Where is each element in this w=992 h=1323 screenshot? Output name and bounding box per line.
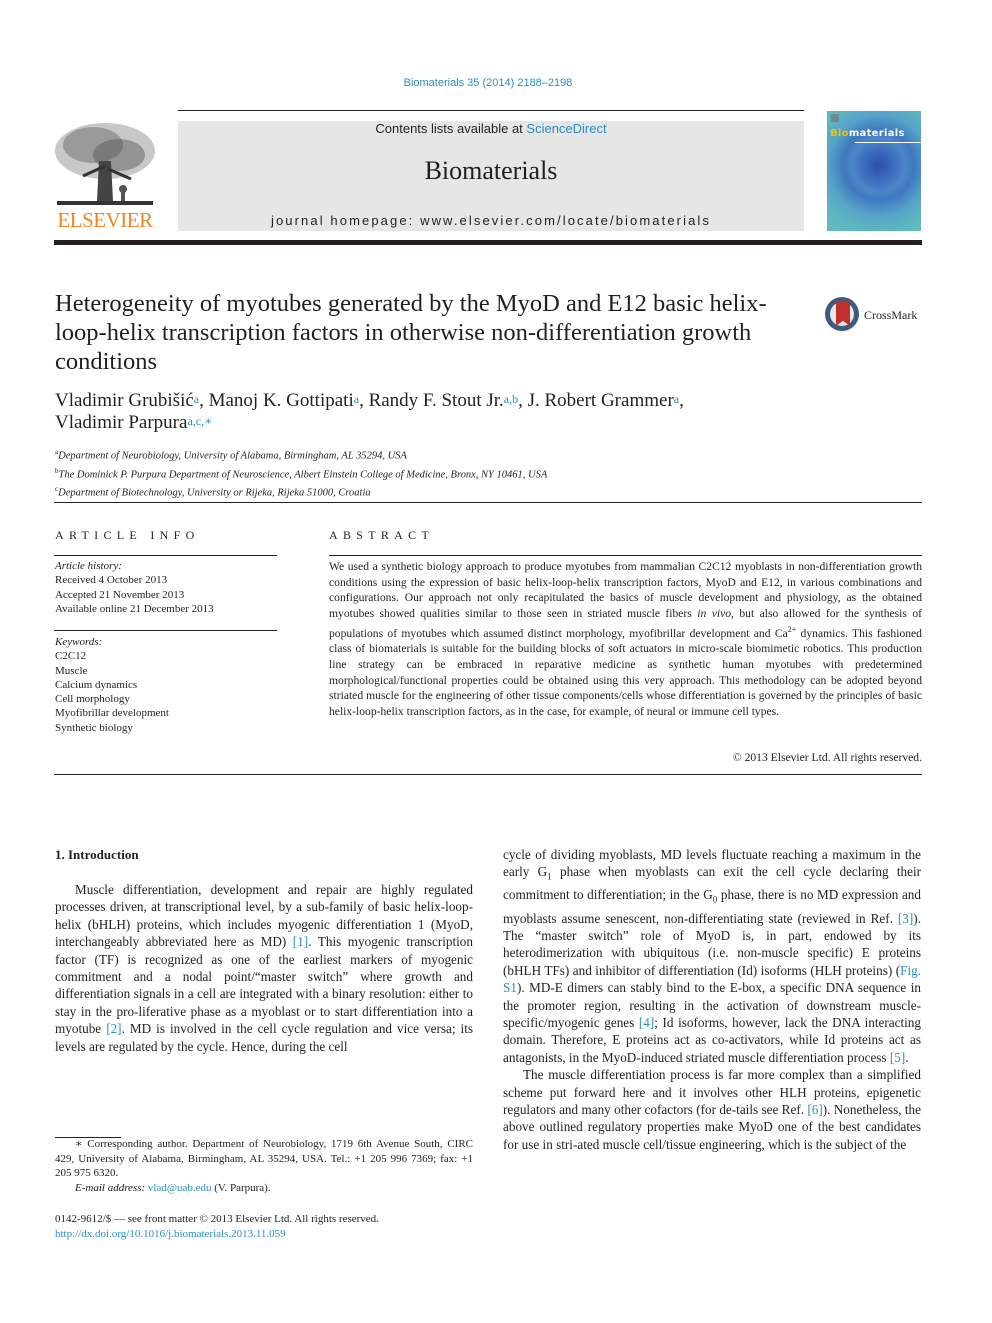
- keyword: Cell morphology: [55, 693, 130, 706]
- affiliation-marker[interactable]: a: [354, 392, 359, 406]
- crossmark-icon: [825, 297, 859, 331]
- affiliation-marker[interactable]: a: [674, 392, 679, 406]
- paragraph: The muscle differentiation process is fa…: [503, 1067, 921, 1152]
- keywords-rule: [54, 630, 277, 631]
- ref-link[interactable]: [5]: [890, 1050, 905, 1065]
- paragraph: cycle of dividing myoblasts, MD levels f…: [503, 847, 921, 1065]
- abstract-text: We used a synthetic biology approach to …: [329, 560, 923, 719]
- elsevier-wordmark: ELSEVIER: [57, 208, 153, 232]
- journal-name: Biomaterials: [424, 156, 558, 185]
- received-date: Received 4 October 2013: [55, 574, 168, 587]
- paragraph: Muscle differentiation, development and …: [55, 882, 473, 1054]
- elsevier-logo[interactable]: ELSEVIER: [53, 121, 157, 233]
- body-column-left: Muscle differentiation, development and …: [55, 881, 473, 1055]
- history-label: Article history:: [55, 560, 122, 572]
- online-date: Available online 21 December 2013: [55, 602, 214, 615]
- journal-cover-image[interactable]: Biomaterials: [827, 111, 921, 231]
- ref-link[interactable]: [4]: [639, 1015, 654, 1030]
- article-title: Heterogeneity of myotubes generated by t…: [55, 290, 767, 375]
- affiliation-item: bThe Dominick P. Purpura Department of N…: [55, 466, 548, 481]
- ref-link[interactable]: [2]: [106, 1021, 121, 1036]
- author[interactable]: Vladimir Parpuraa,c,∗: [55, 412, 212, 433]
- affiliation-marker[interactable]: a,c,∗: [187, 414, 212, 428]
- citation-link[interactable]: Biomaterials 35 (2014) 2188–2198: [404, 77, 573, 89]
- tree-icon: [55, 123, 155, 205]
- sciencedirect-link[interactable]: ScienceDirect: [526, 121, 606, 136]
- crossmark-button[interactable]: CrossMark: [824, 296, 924, 336]
- author[interactable]: Manoj K. Gottipatia,: [209, 390, 369, 411]
- cover-title: Biomaterials: [830, 128, 905, 139]
- affiliations: aDepartment of Neurobiology, University …: [55, 445, 815, 501]
- keyword: Muscle: [55, 664, 88, 677]
- section-rule: [54, 502, 922, 503]
- journal-citation[interactable]: Biomaterials 35 (2014) 2188–2198: [0, 77, 976, 89]
- article-history: Article history: Received 4 October 2013…: [55, 559, 277, 616]
- keyword: Myofibrillar development: [55, 707, 169, 720]
- ref-link[interactable]: [1]: [293, 934, 308, 949]
- article-info-rule: [54, 555, 277, 556]
- keyword: C2C12: [55, 650, 87, 663]
- header-rule: [178, 110, 804, 111]
- affiliation-item: aDepartment of Neurobiology, University …: [55, 448, 407, 462]
- contents-line: Contents lists available at ScienceDirec…: [178, 121, 804, 136]
- author-list: Vladimir Grubišića, Manoj K. Gottipatia,…: [55, 390, 815, 434]
- ref-link[interactable]: [6]: [807, 1102, 822, 1117]
- affiliation-marker[interactable]: a,b: [504, 392, 518, 406]
- header-thick-rule: [54, 240, 922, 245]
- accepted-date: Accepted 21 November 2013: [55, 588, 185, 601]
- cover-title-rest: materials: [848, 128, 905, 139]
- keyword: Synthetic biology: [55, 721, 133, 734]
- front-matter: 0142-9612/$ — see front matter © 2013 El…: [55, 1212, 473, 1241]
- author[interactable]: Vladimir Grubišića,: [55, 390, 209, 411]
- affiliation-marker[interactable]: a: [194, 392, 199, 406]
- email-line: E-mail address: vlad@uab.edu (V. Parpura…: [75, 1181, 271, 1194]
- cover-rule: [855, 142, 921, 143]
- contents-prefix: Contents lists available at: [375, 121, 527, 136]
- article-info-heading: ARTICLE INFO: [55, 528, 200, 542]
- keywords: Keywords: C2C12 Muscle Calcium dynamics …: [55, 635, 277, 735]
- ref-link[interactable]: [3]: [898, 911, 913, 926]
- doi-link[interactable]: http://dx.doi.org/10.1016/j.biomaterials…: [55, 1228, 286, 1240]
- introduction-heading: 1. Introduction: [55, 847, 139, 862]
- keyword: Calcium dynamics: [55, 678, 138, 691]
- journal-header-box: Contents lists available at ScienceDirec…: [178, 121, 804, 231]
- corresponding-author-note: ∗ Corresponding author. Department of Ne…: [55, 1138, 473, 1179]
- issn-line: 0142-9612/$ — see front matter © 2013 El…: [55, 1213, 379, 1225]
- author[interactable]: Randy F. Stout Jr.a,b,: [369, 390, 528, 411]
- abstract-rule: [329, 555, 922, 556]
- body-column-right: cycle of dividing myoblasts, MD levels f…: [503, 846, 921, 1153]
- abstract-copyright: © 2013 Elsevier Ltd. All rights reserved…: [732, 751, 922, 764]
- cover-title-highlight: Bio: [830, 128, 849, 139]
- email-link[interactable]: vlad@uab.edu: [148, 1182, 212, 1194]
- keywords-label: Keywords:: [55, 636, 103, 648]
- affiliation-item: cDepartment of Biotechnology, University…: [55, 485, 371, 499]
- abstract-heading: ABSTRACT: [329, 528, 435, 542]
- journal-homepage[interactable]: journal homepage: www.elsevier.com/locat…: [178, 213, 804, 228]
- cover-publisher-badge: [831, 114, 839, 122]
- author[interactable]: J. Robert Grammera,: [528, 390, 684, 411]
- footnote: ∗ Corresponding author. Department of Ne…: [55, 1137, 473, 1195]
- crossmark-label: CrossMark: [864, 308, 918, 322]
- abstract-end-rule: [54, 774, 922, 775]
